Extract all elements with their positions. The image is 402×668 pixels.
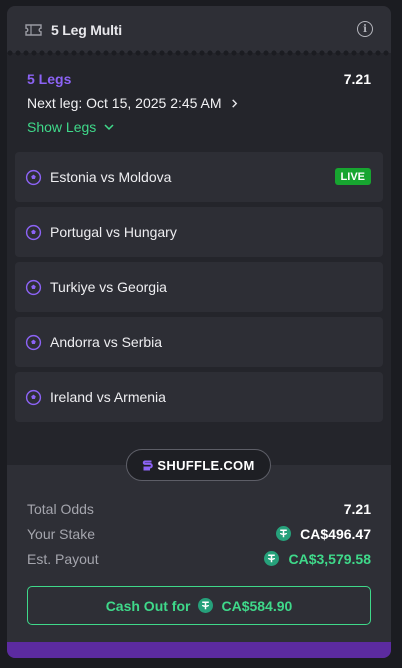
bet-stats: Total Odds 7.21 Your Stake CA$496.47 Est… (27, 496, 371, 571)
leg-match-name: Estonia vs Moldova (50, 169, 172, 185)
bet-title: 5 Leg Multi (51, 21, 122, 38)
legs-count: 5 Legs (27, 71, 72, 87)
soccer-ball-icon (25, 279, 42, 296)
tether-coin-icon (276, 526, 292, 541)
payout-value-group: CA$3,579.58 (264, 551, 371, 567)
leg-item[interactable]: Turkiye vs Georgia (15, 262, 383, 312)
bet-footer: SHUFFLE.COM Total Odds 7.21 Your Stake C… (7, 449, 391, 658)
total-odds-row: Total Odds 7.21 (27, 496, 371, 521)
footer-accent-bar (7, 642, 391, 658)
bet-slip-card: 5 Leg Multi i 5 Legs 7.21 Next leg: Oct … (7, 6, 391, 658)
cash-out-label: Cash Out for (105, 597, 191, 614)
cash-out-amount: CA$584.90 (221, 597, 293, 614)
payout-label: Est. Payout (27, 550, 99, 567)
stake-value: CA$496.47 (300, 525, 371, 542)
stake-row: Your Stake CA$496.47 (27, 521, 371, 546)
chevron-right-icon (231, 98, 237, 108)
shuffle-logo-icon (142, 459, 154, 472)
leg-item[interactable]: Ireland vs Armenia (15, 372, 383, 422)
summary-odds: 7.21 (343, 71, 371, 87)
brand-pill[interactable]: SHUFFLE.COM (126, 449, 271, 481)
tether-coin-icon (264, 551, 280, 566)
stake-value-group: CA$496.47 (276, 526, 371, 542)
bet-summary: 5 Legs 7.21 Next leg: Oct 15, 2025 2:45 … (7, 53, 391, 135)
leg-match-name: Turkiye vs Georgia (50, 279, 167, 295)
payout-row: Est. Payout CA$3,579.58 (27, 546, 371, 571)
cash-out-button[interactable]: Cash Out for CA$584.90 (27, 586, 371, 625)
chevron-down-icon (104, 124, 114, 131)
ticket-icon (25, 23, 43, 37)
leg-match-name: Ireland vs Armenia (50, 389, 166, 405)
payout-value: CA$3,579.58 (288, 550, 371, 567)
leg-match-name: Andorra vs Serbia (50, 334, 163, 350)
next-leg-link[interactable]: Next leg: Oct 15, 2025 2:45 AM (27, 95, 371, 111)
info-icon[interactable]: i (357, 21, 373, 37)
leg-match-name: Portugal vs Hungary (50, 224, 177, 240)
leg-item[interactable]: Andorra vs Serbia (15, 317, 383, 367)
leg-item[interactable]: Estonia vs Moldova LIVE (15, 152, 383, 202)
stake-label: Your Stake (27, 525, 95, 542)
tether-coin-icon (198, 598, 214, 613)
brand-name: SHUFFLE.COM (157, 457, 255, 473)
show-legs-toggle[interactable]: Show Legs (27, 119, 371, 135)
soccer-ball-icon (25, 224, 42, 241)
next-leg-text: Next leg: Oct 15, 2025 2:45 AM (27, 95, 222, 111)
soccer-ball-icon (25, 389, 42, 406)
soccer-ball-icon (25, 169, 42, 186)
show-legs-label: Show Legs (27, 119, 97, 135)
leg-item[interactable]: Portugal vs Hungary (15, 207, 383, 257)
bet-header: 5 Leg Multi i (7, 6, 391, 53)
total-odds-value: 7.21 (343, 500, 371, 517)
legs-list: Estonia vs Moldova LIVE Portugal vs Hung… (7, 152, 391, 422)
soccer-ball-icon (25, 334, 42, 351)
total-odds-label: Total Odds (27, 500, 94, 517)
live-badge: LIVE (334, 168, 371, 185)
